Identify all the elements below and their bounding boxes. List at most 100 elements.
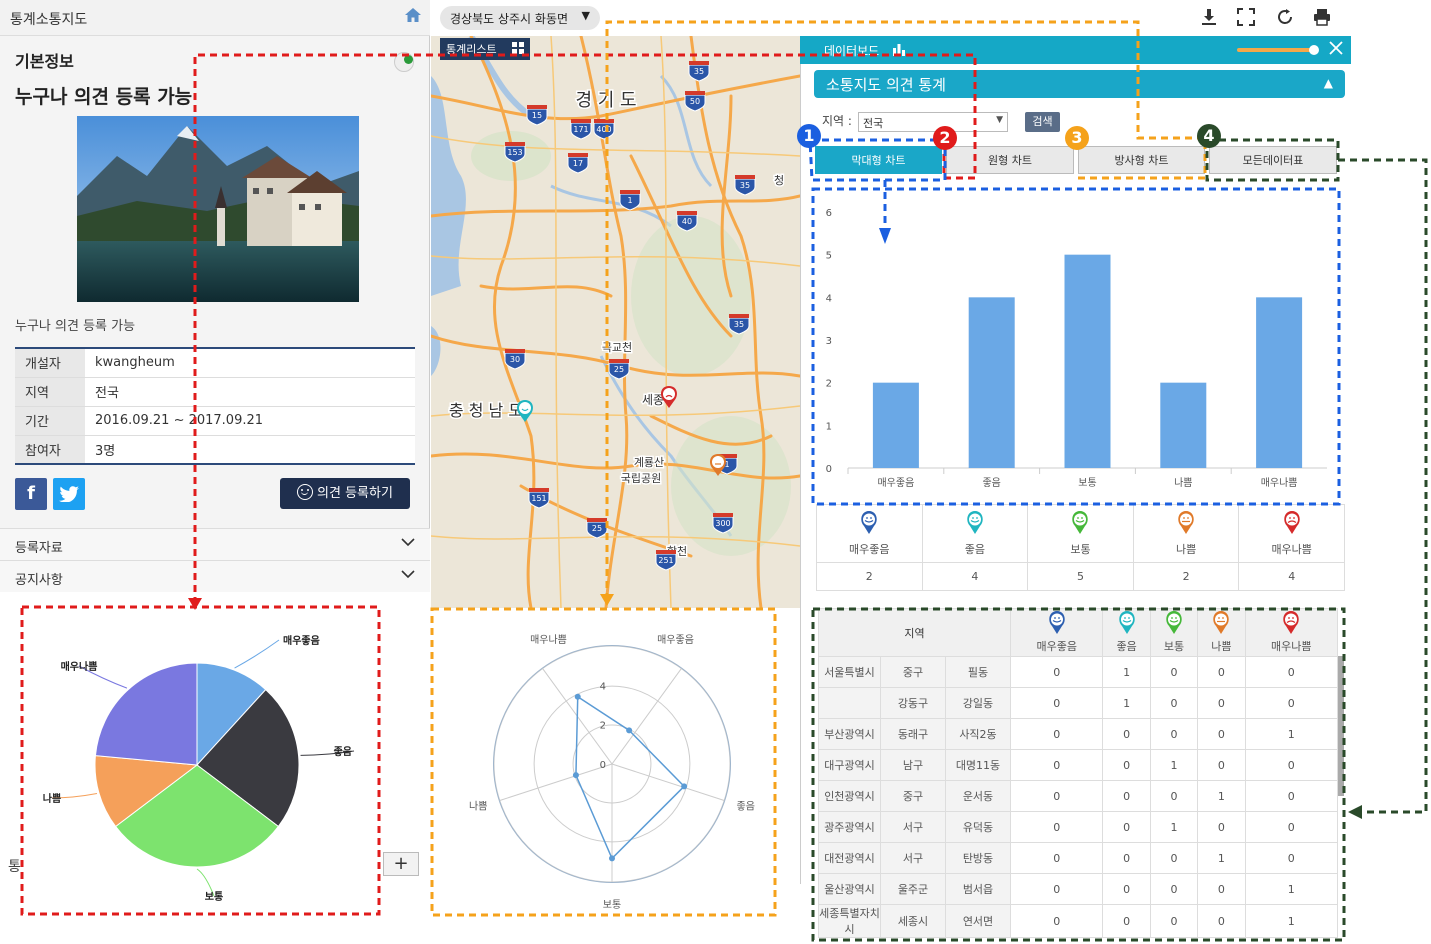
value-cell: 0 xyxy=(1149,718,1199,750)
download-icon[interactable] xyxy=(1200,8,1218,30)
category-cell: 보통 xyxy=(1027,504,1134,563)
sido-cell: 광주광역시 xyxy=(818,811,881,843)
happy-face-pin-icon xyxy=(1166,611,1182,634)
info-value: 전국 xyxy=(85,377,415,407)
radar-point-매우나쁨[interactable] xyxy=(574,693,581,700)
accordion-notices[interactable]: 공지사항 xyxy=(0,560,430,592)
map-place-label: 세종 xyxy=(642,393,664,407)
map-canvas[interactable]: 경 기 도곡교천충 청 남 도계룡산국립공원합천청세종 355015171 400… xyxy=(431,36,800,608)
pie-slice-매우나쁨[interactable] xyxy=(94,662,198,766)
sigungu-cell: 강동구 xyxy=(880,687,946,719)
table-row: 울산광역시 울주군 범서읍 0 0 0 0 1 xyxy=(818,873,1339,905)
bar-매우나쁨[interactable] xyxy=(1256,297,1303,468)
info-key: 참여자 xyxy=(15,435,85,465)
happy-face-pin-icon xyxy=(1072,510,1089,534)
route-number: 25 xyxy=(592,524,602,533)
region-filter-select[interactable]: 전국 ▼ xyxy=(858,112,1008,132)
value-cell: 1 xyxy=(1197,780,1246,812)
bar-매우좋음[interactable] xyxy=(872,382,919,468)
radar-point-매우좋음[interactable] xyxy=(626,727,633,734)
y-tick-label: 2 xyxy=(826,379,832,390)
facebook-share-button[interactable]: f xyxy=(15,478,47,510)
info-table: 개설자 kwangheum 지역 전국 기간 2016.09.21 ~ 2017.09… xyxy=(15,347,415,465)
category-label: 매우좋음 xyxy=(849,542,890,556)
map-view[interactable]: 경 기 도 곡교천 충 청 남 도 계룡산 국립공원 합천 청 세종 35 50 15 171 400… xyxy=(431,36,800,608)
route-shield: 35 xyxy=(688,61,710,82)
section-title: 기본정보 xyxy=(15,52,74,71)
value-cell: 0 xyxy=(1197,656,1246,688)
x-tick-label: 매우좋음 xyxy=(877,477,914,489)
step-badge-2: 2 xyxy=(933,126,957,150)
column-label: 나쁨 xyxy=(1211,640,1232,653)
twitter-share-button[interactable] xyxy=(53,478,85,510)
value-cell: 0 xyxy=(1009,718,1104,750)
value-cell: 0 xyxy=(1244,811,1339,843)
route-shield: 400 xyxy=(593,119,615,140)
table-row: 부산광역시 동래구 사직2동 0 0 0 0 1 xyxy=(818,718,1339,750)
stats-list-button[interactable]: 통계리스트 xyxy=(440,38,530,60)
value-cell: 0 xyxy=(1149,656,1199,688)
sigungu-cell: 세종시 xyxy=(880,904,946,938)
route-shield: 300 xyxy=(712,513,734,534)
opacity-slider[interactable] xyxy=(1237,45,1319,55)
opinion-stats-bar[interactable]: 소통지도 의견 통계 ▲ xyxy=(814,70,1345,98)
category-count: 2 xyxy=(816,562,923,591)
radar-tick-label: 4 xyxy=(600,681,606,692)
route-number: 300 xyxy=(715,519,730,528)
sigungu-cell: 남구 xyxy=(880,749,946,781)
map-badge[interactable] xyxy=(394,52,414,72)
bar-나쁨[interactable] xyxy=(1160,382,1207,468)
region-selector[interactable]: 경상북도 상주시 화동면 ▼ xyxy=(440,6,600,30)
table-row: 세종특별자치시 세종시 연서면 0 0 0 0 1 xyxy=(818,904,1339,938)
tab-radar-chart[interactable]: 방사형 차트 xyxy=(1078,146,1205,174)
route-number: 35 xyxy=(734,320,744,329)
table-row: 24524 xyxy=(816,562,1345,591)
mountain-lake-photo xyxy=(77,116,359,302)
twitter-bird-icon xyxy=(59,486,79,503)
table-scrollbar[interactable] xyxy=(1338,656,1344,796)
value-cell: 0 xyxy=(1009,904,1104,938)
radar-point-좋음[interactable] xyxy=(681,783,688,790)
radar-tick-label: 0 xyxy=(600,760,606,771)
step-badge-1: 1 xyxy=(797,124,821,148)
happy-face-pin-icon xyxy=(1118,611,1135,634)
route-number: 35 xyxy=(740,181,750,190)
region-header: 지역 xyxy=(818,608,1011,657)
sad-face-pin-icon xyxy=(1283,510,1300,534)
home-icon[interactable] xyxy=(405,8,421,26)
slider-handle[interactable] xyxy=(1309,45,1319,55)
route-number: 400 xyxy=(596,125,611,134)
x-tick-label: 좋음 xyxy=(982,477,1000,489)
value-cell: 0 xyxy=(1197,687,1246,719)
category-label: 좋음 xyxy=(964,542,986,556)
tab-bar-chart[interactable]: 막대형 차트 xyxy=(815,146,942,174)
radar-axis-label: 매우나쁨 xyxy=(530,634,567,646)
tab-all-data-table[interactable]: 모든데이터표 xyxy=(1209,146,1337,174)
route-number: 251 xyxy=(658,556,673,565)
print-icon[interactable] xyxy=(1313,8,1331,30)
table-row: 서울특별시 중구 필동 0 1 0 0 0 xyxy=(818,656,1339,688)
accordion-registered-data[interactable]: 등록자료 xyxy=(0,528,430,560)
collapse-up-icon[interactable]: ▲ xyxy=(1324,76,1333,90)
category-label: 나쁨 xyxy=(1175,542,1197,556)
bar-보통[interactable] xyxy=(1064,254,1111,468)
radar-axis-label: 나쁨 xyxy=(469,800,487,812)
table-header-row: 지역 매우좋음 좋음 보통 나쁨 매우나쁨 xyxy=(818,608,1339,657)
register-opinion-button[interactable]: 의견 등록하기 xyxy=(280,478,410,509)
value-cell: 1 xyxy=(1102,656,1151,688)
step-badge-3: 3 xyxy=(1065,126,1089,150)
fullscreen-icon[interactable] xyxy=(1237,8,1255,30)
value-cell: 1 xyxy=(1149,811,1199,843)
route-number: 30 xyxy=(510,355,520,364)
refresh-icon[interactable] xyxy=(1276,8,1294,30)
add-button[interactable]: + xyxy=(383,852,419,876)
radar-point-보통[interactable] xyxy=(609,855,615,862)
radar-point-나쁨[interactable] xyxy=(572,772,579,779)
route-shield: 1 xyxy=(619,190,641,211)
category-count: 2 xyxy=(1132,562,1240,591)
search-button[interactable]: 검색 xyxy=(1025,112,1060,132)
bar-좋음[interactable] xyxy=(968,297,1015,468)
tab-pie-chart[interactable]: 원형 차트 xyxy=(946,146,1074,174)
category-cell: 좋음 xyxy=(921,504,1029,563)
close-icon[interactable] xyxy=(1329,41,1343,58)
